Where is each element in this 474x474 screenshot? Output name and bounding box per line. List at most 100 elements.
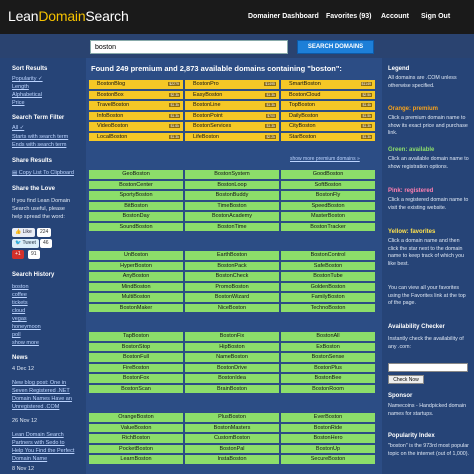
nav-account[interactable]: Account [381, 13, 409, 20]
available-domain[interactable]: BostonFix [185, 332, 279, 341]
premium-domain[interactable]: CityBoston $1.3k [281, 122, 375, 131]
nav-favorites[interactable]: Favorites (93) [326, 13, 372, 20]
available-domain[interactable]: SpeedBoston [281, 201, 375, 210]
show-more-premium-link[interactable]: show more premium domains » [290, 156, 360, 162]
premium-domain[interactable]: EasyBoston $1.3k [185, 90, 279, 99]
available-domain[interactable]: SafeBoston [281, 261, 375, 270]
history-item[interactable]: vegas [12, 316, 27, 322]
available-domain[interactable]: TapBoston [89, 332, 183, 341]
news-link-line[interactable]: Domain Name [12, 456, 47, 462]
tweet-button[interactable]: 🐦 Tweet [12, 239, 39, 248]
available-domain[interactable]: BostonPal [185, 444, 279, 453]
filter-starts[interactable]: Starts with search term [12, 134, 68, 140]
available-domain[interactable]: GoldenBoston [281, 282, 375, 291]
available-domain[interactable]: BostonSystem [185, 170, 279, 179]
news-link-line[interactable]: Domain Names Have an [12, 396, 72, 402]
availability-input[interactable] [388, 363, 468, 372]
news-link-line[interactable]: Partners with Sedo to [12, 440, 65, 446]
available-domain[interactable]: AnyBoston [89, 272, 183, 281]
available-domain[interactable]: ValueBoston [89, 423, 183, 432]
sort-popularity[interactable]: Popularity ✓ [12, 76, 43, 82]
news-link-line[interactable]: New blog post: One in [12, 380, 66, 386]
premium-domain[interactable]: StarBoston $1.3k [281, 132, 375, 141]
available-domain[interactable]: EverBoston [281, 413, 375, 422]
available-domain[interactable]: MultiBoston [89, 293, 183, 302]
available-domain[interactable]: BostonRoom [281, 384, 375, 393]
available-domain[interactable]: BostonTracker [281, 222, 375, 231]
sort-length[interactable]: Length [12, 84, 29, 90]
available-domain[interactable]: GeoBoston [89, 170, 183, 179]
available-domain[interactable]: LearnBoston [89, 455, 183, 464]
filter-all[interactable]: All ✓ [12, 125, 24, 131]
history-more-link[interactable]: show more [12, 340, 39, 346]
premium-domain[interactable]: BostonCloud $2.5k [281, 90, 375, 99]
available-domain[interactable]: SoftBoston [281, 180, 375, 189]
available-domain[interactable]: BostonAcademy [185, 212, 279, 221]
premium-domain[interactable]: BostonLine $1.3k [185, 101, 279, 110]
available-domain[interactable]: SportyBoston [89, 191, 183, 200]
available-domain[interactable]: BostonBee [281, 374, 375, 383]
available-domain[interactable]: TimeBoston [185, 201, 279, 210]
available-domain[interactable]: BostonPlus [281, 363, 375, 372]
premium-domain[interactable]: VideoBoston $1.6k [89, 122, 183, 131]
available-domain[interactable]: BostonSense [281, 353, 375, 362]
available-domain[interactable]: SoundBoston [89, 222, 183, 231]
premium-domain[interactable]: BostonPoint $700 [185, 111, 279, 120]
search-button[interactable]: SEARCH DOMAINS [297, 40, 374, 54]
available-domain[interactable]: TechnoBoston [281, 303, 375, 312]
available-domain[interactable]: BostonCheck [185, 272, 279, 281]
check-now-button[interactable]: Check Now [388, 375, 424, 384]
available-domain[interactable]: BostonTube [281, 272, 375, 281]
available-domain[interactable]: FamilyBoston [281, 293, 375, 302]
sort-alphabetical[interactable]: Alphabetical [12, 92, 42, 98]
available-domain[interactable]: ExBoston [281, 342, 375, 351]
premium-domain[interactable]: BostonServices $1.3k [185, 122, 279, 131]
filter-ends[interactable]: Ends with search term [12, 142, 66, 148]
available-domain[interactable]: BostonMaker [89, 303, 183, 312]
available-domain[interactable]: RichBoston [89, 434, 183, 443]
available-domain[interactable]: BostonHero [281, 434, 375, 443]
news-link-line[interactable]: Lean Domain Search [12, 432, 64, 438]
nav-sign-out[interactable]: Sign Out [421, 13, 450, 20]
available-domain[interactable]: PromoBoston [185, 282, 279, 291]
available-domain[interactable]: BostonLoop [185, 180, 279, 189]
history-item[interactable]: poll [12, 332, 21, 338]
available-domain[interactable]: BostonRide [281, 423, 375, 432]
available-domain[interactable]: BostonControl [281, 251, 375, 260]
plus-one-button[interactable]: +1 [12, 250, 24, 259]
available-domain[interactable]: BostonStop [89, 342, 183, 351]
available-domain[interactable]: SecureBoston [281, 455, 375, 464]
available-domain[interactable]: BostonAll [281, 332, 375, 341]
available-domain[interactable]: BostonBuddy [185, 191, 279, 200]
available-domain[interactable]: CustomBoston [185, 434, 279, 443]
available-domain[interactable]: BrainBoston [185, 384, 279, 393]
premium-domain[interactable]: LifeBoston $2.2k [185, 132, 279, 141]
available-domain[interactable]: MasterBoston [281, 212, 375, 221]
available-domain[interactable]: BitBoston [89, 201, 183, 210]
available-domain[interactable]: PocketBoston [89, 444, 183, 453]
news-link-line[interactable]: Help You Find the Perfect [12, 448, 74, 454]
site-logo[interactable]: LeanDomainSearch [8, 8, 129, 24]
news-link-line[interactable]: Seven Registered .NET [12, 388, 70, 394]
sort-price[interactable]: Price [12, 100, 25, 106]
available-domain[interactable]: HipBoston [185, 342, 279, 351]
history-item[interactable]: boston [12, 284, 29, 290]
history-item[interactable]: tickets [12, 300, 28, 306]
premium-domain[interactable]: BostonPro $1495 [185, 80, 279, 89]
available-domain[interactable]: InstaBoston [185, 455, 279, 464]
premium-domain[interactable]: DailyBoston $1.5k [281, 111, 375, 120]
available-domain[interactable]: BostonTime [185, 222, 279, 231]
available-domain[interactable]: BostonUp [281, 444, 375, 453]
available-domain[interactable]: NameBoston [185, 353, 279, 362]
available-domain[interactable]: BostonCenter [89, 180, 183, 189]
premium-domain[interactable]: InfoBoston $1.3k [89, 111, 183, 120]
available-domain[interactable]: PlusBoston [185, 413, 279, 422]
premium-domain[interactable]: TopBoston $1.4k [281, 101, 375, 110]
available-domain[interactable]: BostonIdea [185, 374, 279, 383]
premium-domain[interactable]: TravelBoston $1.3k [89, 101, 183, 110]
available-domain[interactable]: BostonScan [89, 384, 183, 393]
available-domain[interactable]: OrangeBoston [89, 413, 183, 422]
history-item[interactable]: honeymoon [12, 324, 41, 330]
available-domain[interactable]: BostonFly [281, 191, 375, 200]
copy-clipboard-link[interactable]: ▤ Copy List To Clipboard [12, 170, 74, 176]
